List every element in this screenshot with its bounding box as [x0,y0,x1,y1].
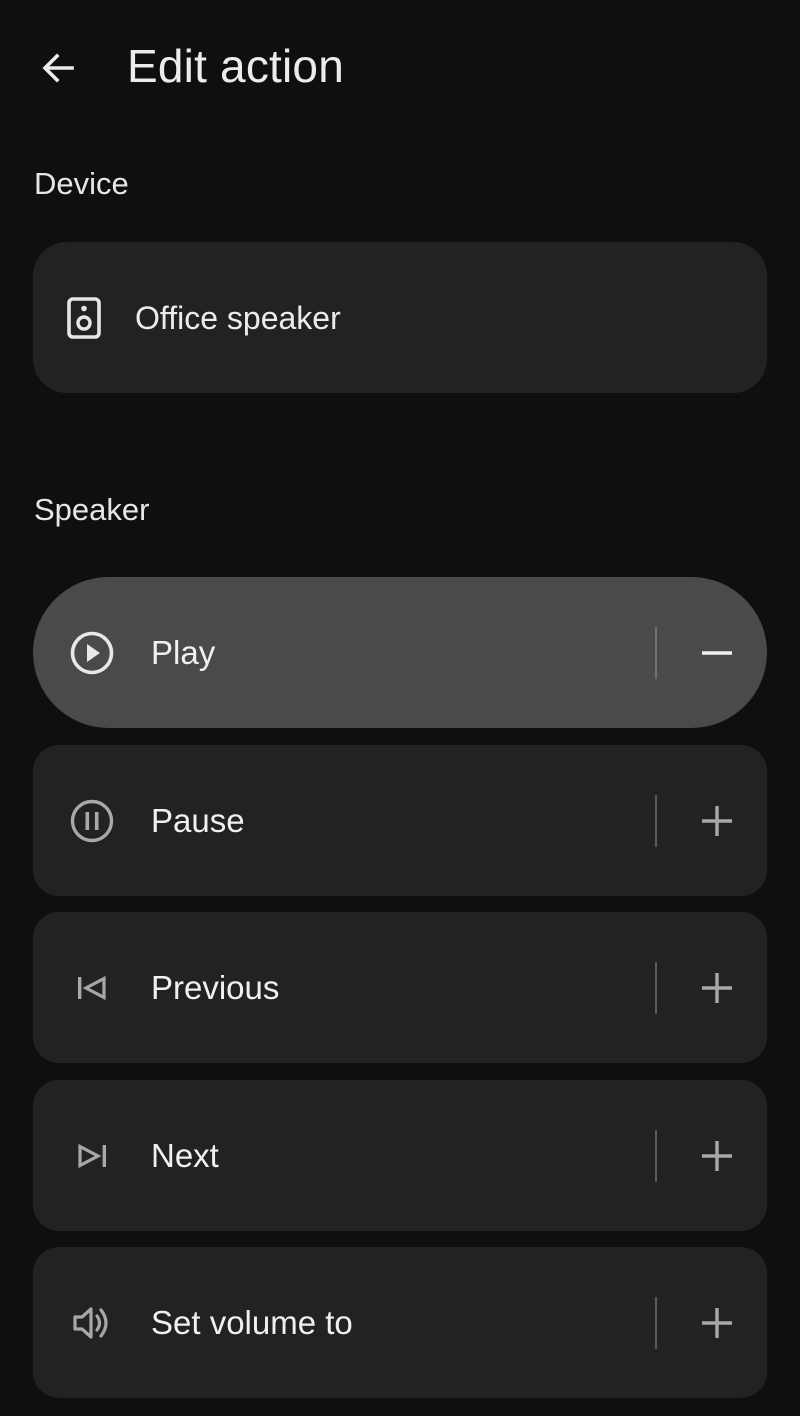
action-label-play: Play [151,634,216,671]
action-label-pause: Pause [151,802,245,839]
action-label-next: Next [151,1137,219,1174]
action-divider [655,795,657,847]
pause-circle-icon [69,798,115,844]
action-row-previous[interactable]: Previous [33,912,767,1063]
plus-icon [702,1308,732,1338]
add-previous-button[interactable] [687,958,747,1018]
action-divider [655,1297,657,1349]
skip-next-icon [69,1133,115,1179]
action-row-pause[interactable]: Pause [33,745,767,896]
speaker-section-label: Speaker [34,492,150,527]
plus-icon [702,806,732,836]
plus-icon [702,973,732,1003]
speaker-icon [67,297,101,339]
action-label-set-volume: Set volume to [151,1304,353,1341]
minus-icon [702,651,732,655]
add-set-volume-button[interactable] [687,1293,747,1353]
back-button[interactable] [28,38,88,98]
device-section-label: Device [34,166,129,201]
volume-icon [69,1300,115,1346]
arrow-back-icon [42,53,74,83]
add-pause-button[interactable] [687,791,747,851]
add-next-button[interactable] [687,1126,747,1186]
action-divider [655,627,657,679]
action-label-previous: Previous [151,969,280,1006]
action-divider [655,1130,657,1182]
plus-icon [702,1141,732,1171]
device-name: Office speaker [135,300,341,336]
action-row-next[interactable]: Next [33,1080,767,1231]
action-divider [655,962,657,1014]
action-row-set-volume[interactable]: Set volume to [33,1247,767,1398]
play-circle-icon [69,630,115,676]
action-row-play[interactable]: Play [33,577,767,728]
page-title: Edit action [127,40,344,92]
skip-previous-icon [69,965,115,1011]
remove-play-button[interactable] [687,623,747,683]
top-app-bar: Edit action [0,0,800,130]
